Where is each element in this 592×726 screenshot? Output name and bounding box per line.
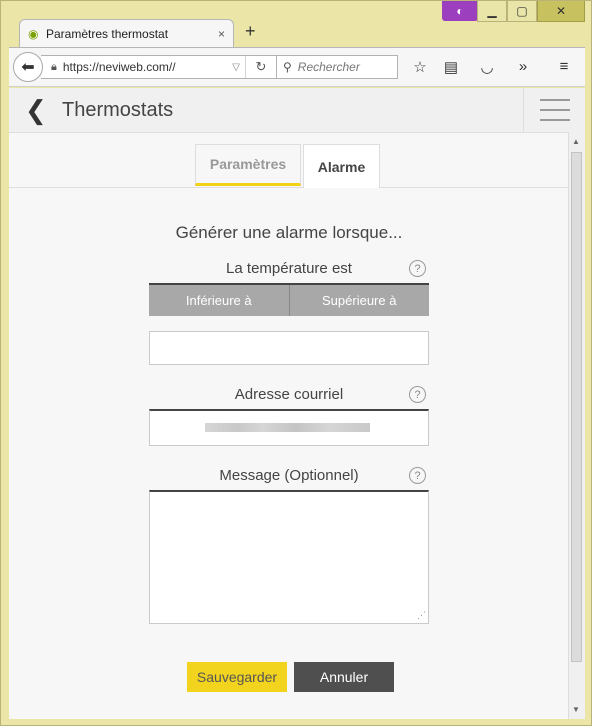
temperature-input[interactable] <box>149 331 429 365</box>
minimize-icon[interactable]: ▁ <box>477 1 507 22</box>
option-inferieure[interactable]: Inférieure à <box>149 285 290 316</box>
search-icon: ⚲ <box>283 60 292 74</box>
cancel-button[interactable]: Annuler <box>294 662 394 692</box>
private-browsing-icon: ◐ <box>442 1 478 21</box>
vertical-scrollbar[interactable]: ▲ ▼ <box>568 132 585 719</box>
tab-title: Paramètres thermostat <box>46 26 169 41</box>
back-arrow-icon: ⬅ <box>21 59 35 76</box>
comparison-toggle: Inférieure à Supérieure à <box>149 283 429 316</box>
message-textarea[interactable]: ⋰ <box>149 490 429 624</box>
url-bar[interactable]: 🔒︎ https://neviweb.com// ▽ ↻ <box>41 55 277 79</box>
pocket-icon[interactable]: ◡ <box>476 58 498 76</box>
tab-parametres[interactable]: Paramètres <box>195 144 301 186</box>
tab-alarme[interactable]: Alarme <box>303 144 380 188</box>
message-help-icon[interactable]: ? <box>409 467 426 484</box>
hamburger-menu-icon[interactable] <box>523 88 585 132</box>
bookmark-star-icon[interactable]: ☆ <box>409 58 431 76</box>
search-placeholder: Rechercher <box>297 60 360 74</box>
new-tab-button[interactable]: + <box>245 21 256 42</box>
browser-tab[interactable]: ◉ Paramètres thermostat × <box>19 19 234 47</box>
reading-list-icon[interactable]: ▤ <box>440 58 462 76</box>
save-button[interactable]: Sauvegarder <box>187 662 287 692</box>
overflow-chevron-icon[interactable]: » <box>512 58 534 75</box>
app-header: ❮ Thermostats <box>9 88 585 133</box>
temperature-label: La température est <box>226 260 352 277</box>
url-dropdown-icon[interactable]: ▽ <box>232 62 240 73</box>
scrollbar-thumb[interactable] <box>571 152 582 662</box>
browser-window: ◐ ▁ ▢ ✕ ◉ Paramètres thermostat × + 🔒︎ h… <box>0 0 592 726</box>
lock-icon: 🔒︎ <box>51 60 57 73</box>
email-help-icon[interactable]: ? <box>409 386 426 403</box>
close-window-icon[interactable]: ✕ <box>537 1 585 22</box>
window-controls: ▁ ▢ ✕ <box>477 1 585 22</box>
redacted-email <box>205 423 370 432</box>
back-chevron-icon[interactable]: ❮ <box>25 96 47 126</box>
resize-grip-icon[interactable]: ⋰ <box>417 610 426 621</box>
email-field[interactable] <box>149 409 429 446</box>
page-viewport: ❮ Thermostats Paramètres Alarme Générer … <box>9 88 585 719</box>
message-label: Message (Optionnel) <box>219 467 359 484</box>
search-input[interactable]: ⚲ Rechercher <box>276 55 398 79</box>
browser-menu-icon[interactable]: ≡ <box>553 58 575 75</box>
tab-close-icon[interactable]: × <box>218 27 225 41</box>
rss-icon: ◉ <box>28 26 39 41</box>
email-label: Adresse courriel <box>234 386 344 403</box>
temperature-help-icon[interactable]: ? <box>409 260 426 277</box>
scroll-up-icon[interactable]: ▲ <box>572 137 580 146</box>
tab-bar: Paramètres Alarme <box>9 144 569 188</box>
scroll-down-icon[interactable]: ▼ <box>572 705 580 714</box>
maximize-icon[interactable]: ▢ <box>507 1 537 22</box>
browser-toolbar: 🔒︎ https://neviweb.com// ▽ ↻ ⬅ ⚲ Recherc… <box>9 47 585 87</box>
url-text: https://neviweb.com// <box>62 60 176 74</box>
form-heading: Générer une alarme lorsque... <box>175 223 403 242</box>
page-title: Thermostats <box>62 99 174 121</box>
back-button[interactable]: ⬅ <box>13 52 43 82</box>
reload-icon[interactable]: ↻ <box>245 56 276 78</box>
option-superieure[interactable]: Supérieure à <box>290 285 430 316</box>
